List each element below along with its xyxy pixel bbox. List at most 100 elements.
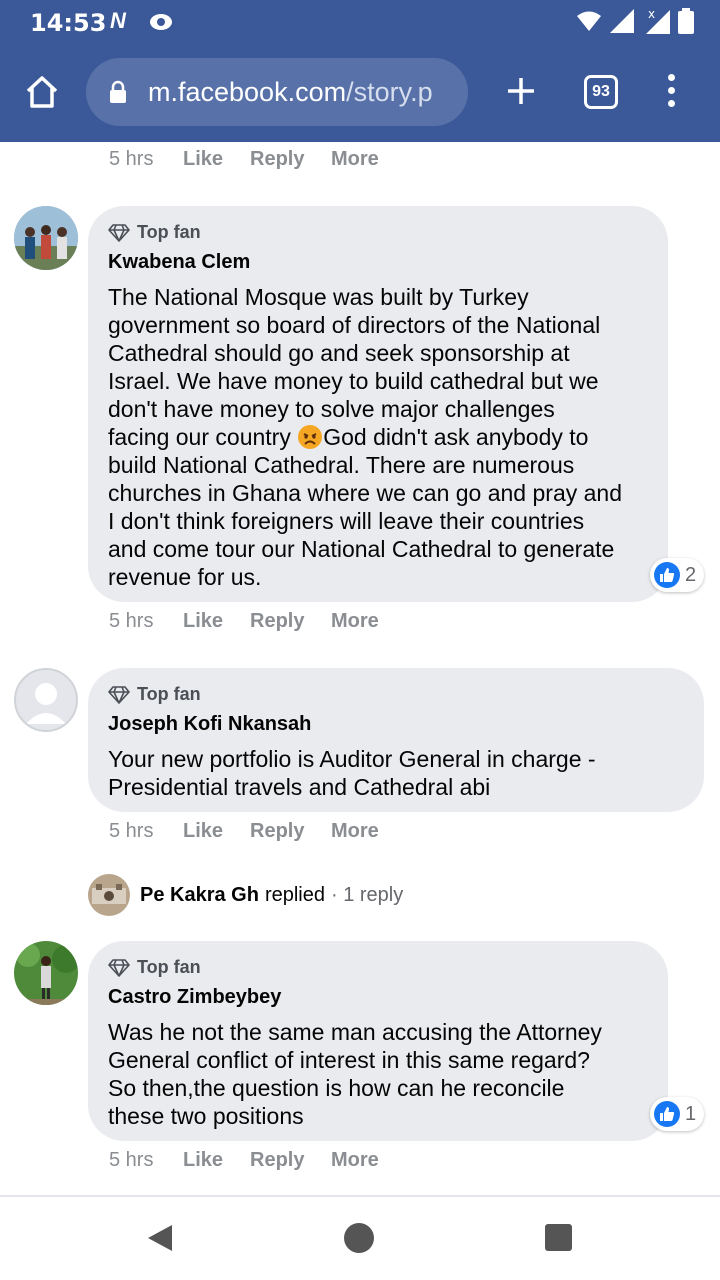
comment-line: The National Mosque was built by Turkey [108,284,529,310]
more-link[interactable]: More [331,820,379,843]
reply-link[interactable]: Reply [250,820,331,843]
top-fan-badge: Top fan [108,684,201,705]
reaction-summary[interactable]: 2 [650,558,705,592]
comment-line: don't have money to solve major challeng… [108,396,555,422]
home-icon[interactable] [24,74,60,110]
comment-author[interactable]: Kwabena Clem [108,251,250,274]
comment-line: facing our country God didn't ask anybod… [108,423,622,451]
camera-notification-icon [150,14,172,30]
comment-line: Your new portfolio is Auditor General in… [108,746,596,772]
system-nav-bar [0,1197,720,1280]
diamond-icon [108,685,130,704]
like-reaction-icon [654,1101,680,1127]
top-fan-label: Top fan [137,957,201,977]
comment-line-part: facing our country [108,424,291,450]
avatar[interactable] [14,941,78,1005]
reply-avatar [88,874,130,916]
recents-square-icon[interactable] [545,1224,572,1251]
comment-line: So then,the question is how can he recon… [108,1075,565,1101]
avatar[interactable] [14,668,78,732]
like-link[interactable]: Like [183,610,250,633]
battery-icon [678,8,694,34]
top-fan-label: Top fan [137,684,201,704]
comment-line: and come tour our National Cathedral to … [108,536,615,562]
home-circle-icon[interactable] [344,1223,374,1253]
comment-line: revenue for us. [108,564,262,590]
browser-chrome: 14:53 N x m.facebook.com/story.p 93 [0,0,720,142]
comment-actions: 5 hrs Like Reply More [109,610,379,633]
reaction-count: 2 [685,563,697,586]
comment-text: Your new portfolio is Auditor General in… [108,745,596,801]
group-photo-avatar-icon [14,206,78,270]
view-replies-link[interactable]: Pe Kakra Gh replied · 1 reply [88,873,403,917]
url-host: m.facebook.com [148,77,347,107]
reply-author: Pe Kakra Gh [140,883,259,906]
comment-text: The National Mosque was built by Turkey … [108,283,622,591]
top-fan-label: Top fan [137,222,201,242]
reaction-count: 1 [685,1102,697,1125]
comment-line: Israel. We have money to build cathedral… [108,368,599,394]
reply-link[interactable]: Reply [250,1149,331,1172]
comment-line: government so board of directors of the … [108,312,601,338]
reply-link[interactable]: Reply [250,148,331,171]
reply-photo-avatar-icon [88,874,130,916]
avatar[interactable] [14,206,78,270]
url-text: m.facebook.com/story.p [148,77,458,108]
angry-face-emoji-icon [298,425,323,449]
top-fan-badge: Top fan [108,957,201,978]
comment-author[interactable]: Castro Zimbeybey [108,986,281,1009]
url-path: /story.p [346,77,433,107]
top-fan-badge: Top fan [108,222,201,243]
more-link[interactable]: More [331,148,379,171]
signal-icon [610,9,634,33]
replied-label: replied [264,883,325,906]
reaction-summary[interactable]: 1 [650,1097,705,1131]
comment-text: Was he not the same man accusing the Att… [108,1018,602,1130]
comment-actions-previous: 5 hrs Like Reply More [109,148,379,171]
comment-time: 5 hrs [109,1149,154,1171]
comment-time: 5 hrs [109,820,154,842]
reply-count: · 1 reply [331,883,404,906]
tab-switcher-button[interactable]: 93 [584,75,618,109]
comment-time: 5 hrs [109,610,154,632]
comment-line: build National Cathedral. There are nume… [108,452,575,478]
more-link[interactable]: More [331,1149,379,1172]
svg-text:x: x [648,8,655,21]
comment-bubble: Top fan Kwabena Clem The National Mosque… [88,206,668,602]
person-photo-avatar-icon [14,941,78,1005]
signal-x-icon: x [646,8,670,34]
reply-link[interactable]: Reply [250,610,331,633]
comment-time: 5 hrs [109,148,154,170]
comment-bubble: Top fan Joseph Kofi Nkansah Your new por… [88,668,704,812]
comment-actions: 5 hrs Like Reply More [109,1149,379,1172]
diamond-icon [108,958,130,977]
comment-line: General conflict of interest in this sam… [108,1047,590,1073]
status-bar: 14:53 N x [0,0,720,44]
comment-line: Was he not the same man accusing the Att… [108,1019,602,1045]
more-link[interactable]: More [331,610,379,633]
diamond-icon [108,223,130,242]
like-link[interactable]: Like [183,148,250,171]
new-tab-plus-icon[interactable] [504,74,538,108]
status-time: 14:53 [30,9,107,37]
like-reaction-icon [654,562,680,588]
comment-line: Presidential travels and Cathedral abi [108,774,491,800]
comment-actions: 5 hrs Like Reply More [109,820,379,843]
comment-line-part: God didn't ask anybody to [323,424,589,450]
address-bar[interactable]: m.facebook.com/story.p [86,58,468,126]
back-triangle-icon[interactable] [146,1223,174,1253]
comment-line: Cathedral should go and seek sponsorship… [108,340,570,366]
n-notification-icon: N [110,8,126,33]
comment-bubble: Top fan Castro Zimbeybey Was he not the … [88,941,668,1141]
like-link[interactable]: Like [183,820,250,843]
overflow-menu-icon[interactable] [662,74,680,110]
status-icons: x [576,8,694,34]
comment-line: I don't think foreigners will leave thei… [108,508,585,534]
lock-icon [110,80,126,103]
comment-line: churches in Ghana where we can go and pr… [108,480,622,506]
wifi-icon [577,11,601,31]
like-link[interactable]: Like [183,1149,250,1172]
comment-line: these two positions [108,1103,304,1129]
comment-author[interactable]: Joseph Kofi Nkansah [108,713,311,736]
default-profile-icon [26,683,66,724]
